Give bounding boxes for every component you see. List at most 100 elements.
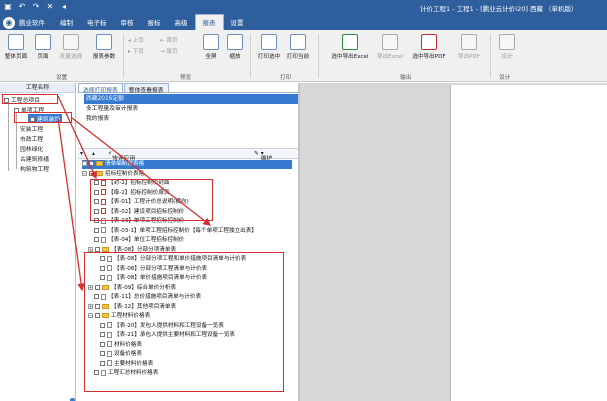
maintain-button[interactable]: ✎ 维护 ▾ xyxy=(254,151,272,162)
prev-page-button[interactable]: ◂ 上页 xyxy=(128,36,144,44)
export-selected-pdf-button[interactable]: 选中导出PDF xyxy=(410,34,448,60)
collapse-icon[interactable]: ▴ xyxy=(92,151,95,157)
report-group[interactable]: − 招标控制价表格 xyxy=(82,170,144,179)
save-icon[interactable]: ▣ xyxy=(3,2,13,12)
back-icon[interactable]: ◂ xyxy=(59,2,69,12)
app-menu-button[interactable]: ◉ xyxy=(3,17,15,29)
batch-icon xyxy=(63,34,79,50)
first-page-button[interactable]: ⇤ 首页 xyxy=(160,36,178,44)
design-button[interactable]: 设计 xyxy=(494,34,520,60)
project-tree-panel: 工程名称 工程总项目 单项工程 建筑装饰 安装工程 市政工程 园林绿化 古建筑修… xyxy=(0,83,76,401)
close-icon[interactable]: ✕ xyxy=(45,2,55,12)
whole-page-button[interactable]: 整体页面 xyxy=(3,34,29,60)
report-label: 招标控制价表格 xyxy=(105,170,145,177)
brand-name: 鹏业软件 xyxy=(19,19,45,27)
export-pdf-button[interactable]: 导出PDF xyxy=(454,34,484,60)
pdf-icon xyxy=(421,34,437,50)
menu-bar: ◉ 鹏业软件 编制 电子标 审核 报标 高级 报表 设置 xyxy=(0,14,607,30)
list-item[interactable]: 多工程量及审计报表 xyxy=(84,104,298,114)
list-item[interactable]: 我的报表 xyxy=(84,114,298,124)
report-item[interactable]: 【表-04】单位工程招标控制价 xyxy=(94,236,184,245)
undo-icon[interactable]: ↶ xyxy=(17,2,27,12)
fullscreen-button[interactable]: 全屏 xyxy=(198,34,224,60)
group-separator xyxy=(250,34,251,78)
page-button[interactable]: 页面 xyxy=(30,34,56,60)
next-page-button[interactable]: ▸ 下页 xyxy=(128,47,144,55)
report-toolbar: ▾ ▴ ⚡ 快速应用 ✎ 维护 ▾ xyxy=(78,148,298,162)
export-selected-excel-button[interactable]: 选中导出Excel xyxy=(330,34,370,60)
checkbox[interactable] xyxy=(95,246,100,252)
tree-item-ancient-building[interactable]: 古建筑修缮 xyxy=(20,154,49,163)
expand-icon[interactable]: ▾ xyxy=(80,151,83,157)
group-label-preview: 预览 xyxy=(180,75,192,81)
tab-reports[interactable]: 报表 xyxy=(194,14,224,30)
window-title: 计价工程1 - 工程1 - [鹏业云计价i20] 西藏 （单机版） xyxy=(420,5,578,13)
tree-line xyxy=(8,101,9,171)
tab-e-bid[interactable]: 电子标 xyxy=(80,17,114,30)
project-tree-header: 工程名称 xyxy=(0,83,75,93)
group-label-print: 打印 xyxy=(280,75,292,81)
zoom-button[interactable]: 缩放 xyxy=(222,34,248,60)
report-label: 清单编制报表格 xyxy=(105,161,145,167)
group-label-output: 输出 xyxy=(400,75,412,81)
expand-toggle-icon[interactable]: + xyxy=(88,246,93,252)
redo-icon[interactable]: ↷ xyxy=(31,2,41,12)
tab-edit[interactable]: 编制 xyxy=(53,17,80,30)
excel-icon xyxy=(342,34,358,50)
tree-item-installation[interactable]: 安装工程 xyxy=(20,124,43,133)
printer-icon xyxy=(290,34,306,50)
checkbox[interactable] xyxy=(94,227,99,233)
tab-view-all-reports[interactable]: 整体查看报表 xyxy=(123,83,169,94)
title-bar: ▣ ↶ ↷ ✕ ◂ 计价工程1 - 工程1 - [鹏业云计价i20] 西藏 （单… xyxy=(0,0,607,15)
ribbon: 整体页面 页面 批量选择 报表参数 ◂ 上页 ▸ 下页 ⇤ 首页 ⇥ 尾页 全屏… xyxy=(0,30,607,82)
tab-bid-report[interactable]: 报标 xyxy=(141,17,168,30)
report-tabs: 选择打印报表 整体查看报表 xyxy=(78,83,298,94)
folder-icon xyxy=(102,246,109,252)
checkbox[interactable] xyxy=(89,170,94,176)
group-label-settings: 设置 xyxy=(56,75,68,81)
print-selected-button[interactable]: 打印选中 xyxy=(256,34,282,60)
highlight-box-list-reports xyxy=(84,252,284,392)
expand-toggle-icon[interactable]: − xyxy=(82,170,87,176)
fullscreen-icon xyxy=(203,34,219,50)
folder-icon xyxy=(96,161,103,166)
page-icon xyxy=(8,34,24,50)
export-excel-button[interactable]: 导出Excel xyxy=(375,34,405,60)
highlight-box-cover-reports xyxy=(90,179,213,221)
group-label-design: 设计 xyxy=(499,75,511,81)
preview-panel xyxy=(300,83,607,401)
pdf-icon xyxy=(461,34,477,50)
excel-icon xyxy=(382,34,398,50)
quick-apply-button[interactable]: ⚡ 快速应用 xyxy=(108,151,135,162)
report-doc-icon xyxy=(101,236,106,243)
list-item[interactable]: 西藏2016定额 xyxy=(84,94,298,104)
page-setup-icon xyxy=(35,34,51,50)
printer-icon xyxy=(261,34,277,50)
design-icon xyxy=(499,34,515,50)
tab-review[interactable]: 审核 xyxy=(114,17,141,30)
group-separator xyxy=(123,34,124,78)
report-params-button[interactable]: 报表参数 xyxy=(91,34,117,60)
tree-item-structure[interactable]: 构筑物工程 xyxy=(20,164,49,173)
last-page-button[interactable]: ⇥ 尾页 xyxy=(160,47,178,55)
zoom-icon xyxy=(227,34,243,50)
batch-select-button[interactable]: 批量选择 xyxy=(58,34,84,60)
tab-settings[interactable]: 设置 xyxy=(224,17,251,30)
checkbox[interactable] xyxy=(94,237,99,242)
tree-item-landscape[interactable]: 园林绿化 xyxy=(20,144,43,153)
report-label: 【表-03-1】单项工程招标控制价【每个单项工程独立出表】 xyxy=(108,227,257,234)
tab-advanced[interactable]: 高级 xyxy=(168,17,195,30)
quick-access: ▣ ↶ ↷ ✕ ◂ xyxy=(3,2,69,12)
tree-item-municipal[interactable]: 市政工程 xyxy=(20,134,43,143)
checkbox[interactable] xyxy=(89,161,94,166)
highlight-box-building xyxy=(14,112,72,123)
expand-toggle-icon[interactable]: − xyxy=(82,161,87,166)
report-item[interactable]: 【表-03-1】单项工程招标控制价【每个单项工程独立出表】 xyxy=(94,227,257,236)
report-group[interactable]: − 清单编制报表格 xyxy=(82,160,292,170)
report-doc-icon xyxy=(101,227,106,233)
tab-select-print-report[interactable]: 选择打印报表 xyxy=(78,83,123,94)
highlight-box-project xyxy=(2,94,58,104)
print-current-button[interactable]: 打印当前 xyxy=(285,34,311,60)
folder-icon xyxy=(96,170,103,176)
report-select-panel: 选择打印报表 整体查看报表 西藏2016定额 多工程量及审计报表 我的报表 ▾ … xyxy=(78,83,298,401)
